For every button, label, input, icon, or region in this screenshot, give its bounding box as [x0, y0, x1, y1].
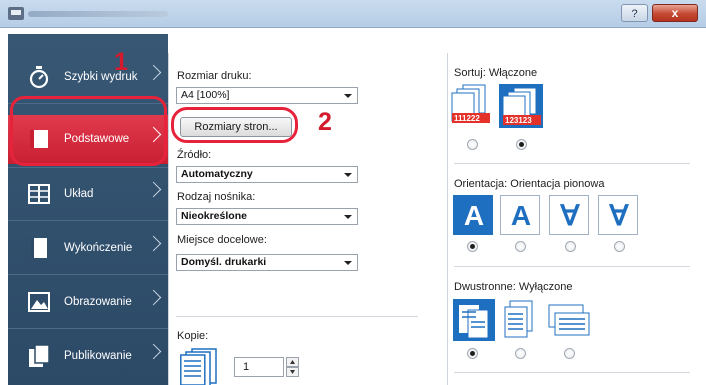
orientation-landscape-rotated-radio[interactable] [614, 241, 625, 252]
destination-value: Domyśl. drukarki [181, 256, 267, 268]
copies-input[interactable]: 1 [234, 357, 284, 377]
sidebar-item-publishing[interactable]: Publikowanie [8, 332, 168, 381]
destination-label: Miejsce docelowe: [177, 234, 267, 246]
layout-grid-icon [28, 184, 50, 204]
sidebar-item-label: Publikowanie [64, 350, 132, 362]
arrow-down-icon [290, 370, 295, 374]
duplex-off-icon [459, 305, 489, 339]
divider [176, 316, 418, 317]
orientation-label: Orientacja: Orientacja pionowa [454, 178, 604, 190]
sidebar-item-quick-print[interactable]: Szybki wydruk [8, 53, 168, 102]
callout-ring-page-sizes [171, 107, 298, 143]
collate-on-radio[interactable] [516, 139, 527, 150]
media-type-value: Nieokreślone [181, 210, 247, 222]
orientation-value: Orientacja pionowa [510, 178, 605, 190]
chevron-down-icon [344, 261, 352, 265]
help-button[interactable]: ? [621, 4, 648, 22]
collate-off-sample: 111222 [454, 114, 480, 123]
chevron-right-icon [145, 289, 162, 306]
collate-off-option[interactable]: 111222 [451, 84, 495, 128]
sidebar-item-label: Obrazowanie [64, 296, 132, 308]
sidebar-item-finishing[interactable]: Wykończenie [8, 224, 168, 273]
divider [8, 274, 168, 275]
media-type-dropdown[interactable]: Nieokreślone [176, 208, 358, 225]
duplex-long-edge-radio[interactable] [515, 348, 526, 359]
orientation-label-text: Orientacja: [454, 178, 508, 190]
collate-value: Włączone [488, 67, 538, 79]
chevron-right-icon [145, 235, 162, 252]
copies-decrement-button[interactable] [286, 367, 299, 377]
chevron-down-icon [344, 173, 352, 177]
window-title [28, 11, 168, 17]
copies-increment-button[interactable] [286, 357, 299, 367]
sidebar-item-layout[interactable]: Układ [8, 170, 168, 219]
step-number-2: 2 [318, 108, 332, 136]
print-size-value: A4 [100%] [181, 89, 230, 101]
print-size-dropdown[interactable]: A4 [100%] [176, 87, 358, 104]
callout-ring-basic-tab [10, 96, 167, 166]
landscape-glyph: A [510, 200, 532, 231]
collate-on-icon: 123123 [502, 87, 541, 125]
step-number-1: 1 [114, 48, 128, 76]
divider [454, 266, 690, 267]
landscape-rotated-glyph: ∀ [609, 200, 629, 231]
collate-on-sample: 123123 [505, 116, 532, 125]
collate-label-text: Sortuj: [454, 67, 486, 79]
source-label: Źródło: [177, 149, 212, 161]
divider [8, 328, 168, 329]
media-type-label: Rodzaj nośnika: [177, 191, 256, 203]
duplex-short-edge-option[interactable] [547, 299, 591, 341]
source-value: Automatyczny [181, 168, 253, 180]
title-bar: ? x [0, 0, 706, 28]
chevron-down-icon [344, 94, 352, 98]
collate-on-option[interactable]: 123123 [499, 84, 543, 128]
finishing-icon [31, 238, 47, 258]
stopwatch-icon [29, 66, 49, 89]
duplex-label-text: Dwustronne: [454, 281, 516, 293]
orientation-portrait-rotated-radio[interactable] [565, 241, 576, 252]
sidebar-item-label: Układ [64, 188, 94, 200]
divider [8, 220, 168, 221]
orientation-landscape-option[interactable]: A [500, 195, 540, 235]
duplex-long-edge-option[interactable] [500, 299, 542, 341]
source-dropdown[interactable]: Automatyczny [176, 166, 358, 183]
orientation-portrait-radio[interactable] [467, 241, 478, 252]
copies-label: Kopie: [177, 330, 209, 342]
divider [8, 167, 168, 168]
publishing-icon [29, 344, 50, 367]
sidebar-item-label: Wykończenie [64, 242, 133, 254]
chevron-right-icon [145, 343, 162, 360]
duplex-label: Dwustronne: Wyłączone [454, 281, 573, 293]
chevron-right-icon [145, 64, 162, 81]
copies-stack-icon [180, 348, 217, 385]
duplex-value: Wyłączone [518, 281, 573, 293]
divider [454, 372, 690, 373]
sidebar-item-imaging[interactable]: Obrazowanie [8, 278, 168, 327]
collate-label: Sortuj: Włączone [454, 67, 537, 79]
arrow-up-icon [290, 360, 295, 364]
divider [454, 163, 690, 164]
portrait-rotated-glyph: ∀ [560, 200, 580, 231]
destination-dropdown[interactable]: Domyśl. drukarki [176, 254, 358, 271]
collate-off-radio[interactable] [467, 139, 478, 150]
duplex-short-edge-radio[interactable] [564, 348, 575, 359]
chevron-right-icon [145, 181, 162, 198]
chevron-down-icon [344, 215, 352, 219]
orientation-portrait-option[interactable]: A [453, 195, 493, 235]
close-button[interactable]: x [652, 4, 698, 22]
print-size-label: Rozmiar druku: [177, 70, 252, 82]
sidebar: Szybki wydruk Podstawowe Układ Wykończen… [8, 34, 168, 385]
duplex-off-radio[interactable] [467, 348, 478, 359]
orientation-landscape-rotated-option[interactable]: ∀ [598, 195, 638, 235]
printer-app-icon [8, 7, 24, 20]
image-icon [28, 292, 50, 312]
orientation-landscape-radio[interactable] [515, 241, 526, 252]
portrait-glyph: A [463, 200, 485, 231]
orientation-portrait-rotated-option[interactable]: ∀ [549, 195, 589, 235]
duplex-off-option[interactable] [453, 299, 495, 341]
